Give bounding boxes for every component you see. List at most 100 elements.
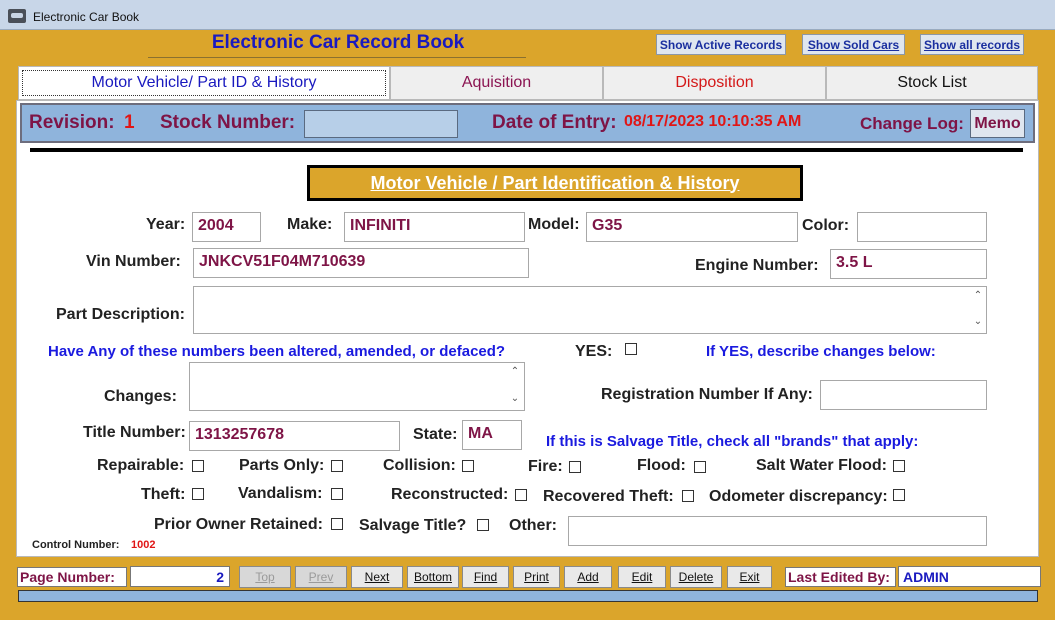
memo-button[interactable]: Memo <box>970 109 1025 138</box>
scroll-up-icon[interactable]: ⌃ <box>508 366 522 377</box>
car-app-icon <box>8 9 26 23</box>
flood-label: Flood: <box>637 457 686 474</box>
part-description-textarea[interactable] <box>193 286 987 334</box>
vandalism-label: Vandalism: <box>238 485 323 502</box>
revision-value: 1 <box>124 112 135 133</box>
collision-checkbox[interactable] <box>462 460 474 472</box>
prev-button[interactable]: Prev <box>295 566 347 588</box>
app-title: Electronic Car Record Book <box>211 32 465 53</box>
color-label: Color: <box>802 217 850 234</box>
collision-label: Collision: <box>383 457 456 474</box>
exit-button[interactable]: Exit <box>727 566 772 588</box>
changes-scrollbar[interactable]: ⌃ ⌄ <box>508 364 522 409</box>
model-field[interactable]: G35 <box>586 212 798 242</box>
salvage-brands-text: If this is Salvage Title, check all "bra… <box>546 433 919 450</box>
changes-textarea[interactable] <box>189 362 525 411</box>
recovered-theft-label: Recovered Theft: <box>543 488 674 505</box>
engine-number-label: Engine Number: <box>695 257 819 274</box>
other-label: Other: <box>509 517 557 534</box>
vin-field[interactable]: JNKCV51F04M710639 <box>193 248 529 278</box>
changes-label: Changes: <box>104 388 177 405</box>
prior-owner-label: Prior Owner Retained: <box>154 516 323 533</box>
scroll-down-icon[interactable]: ⌄ <box>508 393 522 404</box>
fire-checkbox[interactable] <box>569 461 581 473</box>
date-of-entry-label: Date of Entry: <box>492 112 617 133</box>
engine-number-field[interactable]: 3.5 L <box>830 249 987 279</box>
divider <box>30 148 1023 152</box>
theft-checkbox[interactable] <box>192 488 204 500</box>
find-button[interactable]: Find <box>462 566 509 588</box>
registration-label: Registration Number If Any: <box>601 386 813 403</box>
page-number-label: Page Number: <box>17 567 127 587</box>
edit-button[interactable]: Edit <box>618 566 666 588</box>
make-field[interactable]: INFINITI <box>344 212 525 242</box>
bottom-button[interactable]: Bottom <box>407 566 459 588</box>
title-number-field[interactable]: 1313257678 <box>189 421 400 451</box>
tab-focus-outline <box>22 70 386 96</box>
scroll-down-icon[interactable]: ⌄ <box>971 316 985 327</box>
tab-label: Aquisition <box>461 74 532 91</box>
add-button[interactable]: Add <box>564 566 612 588</box>
window-title-bar: Electronic Car Book <box>0 0 1055 30</box>
yes-label: YES: <box>575 343 613 360</box>
parts-only-label: Parts Only: <box>239 457 325 474</box>
odometer-checkbox[interactable] <box>893 489 905 501</box>
control-number-label: Control Number: <box>32 539 120 551</box>
stock-number-label: Stock Number: <box>160 112 296 133</box>
part-description-label: Part Description: <box>56 306 185 323</box>
tab-motor-vehicle-id[interactable]: Motor Vehicle/ Part ID & History <box>18 66 390 100</box>
tab-label: Disposition <box>675 74 754 91</box>
last-edited-by-label: Last Edited By: <box>785 567 896 587</box>
next-button[interactable]: Next <box>351 566 403 588</box>
theft-label: Theft: <box>141 486 186 503</box>
tab-disposition[interactable]: Disposition <box>603 66 826 100</box>
tab-stock-list[interactable]: Stock List <box>826 66 1038 100</box>
registration-field[interactable] <box>820 380 987 410</box>
page-number-field[interactable]: 2 <box>130 566 230 587</box>
reconstructed-checkbox[interactable] <box>515 489 527 501</box>
recovered-theft-checkbox[interactable] <box>682 490 694 502</box>
other-field[interactable] <box>568 516 987 546</box>
repairable-label: Repairable: <box>97 457 185 474</box>
fire-label: Fire: <box>528 458 563 475</box>
title-underline <box>148 57 526 58</box>
section-title: Motor Vehicle / Part Identification & Hi… <box>307 165 803 201</box>
make-label: Make: <box>287 216 333 233</box>
part-description-scrollbar[interactable]: ⌃ ⌄ <box>971 288 985 332</box>
salvage-title-label: Salvage Title? <box>359 517 467 534</box>
repairable-checkbox[interactable] <box>192 460 204 472</box>
print-button[interactable]: Print <box>513 566 560 588</box>
parts-only-checkbox[interactable] <box>331 460 343 472</box>
scroll-up-icon[interactable]: ⌃ <box>971 290 985 301</box>
revision-label: Revision: <box>29 112 115 133</box>
vandalism-checkbox[interactable] <box>331 488 343 500</box>
window-title: Electronic Car Book <box>33 10 140 24</box>
salt-water-flood-checkbox[interactable] <box>893 460 905 472</box>
salt-water-flood-label: Salt Water Flood: <box>756 457 887 474</box>
altered-yes-checkbox[interactable] <box>625 343 637 355</box>
salvage-title-checkbox[interactable] <box>477 519 489 531</box>
color-field[interactable] <box>857 212 987 242</box>
tab-label: Stock List <box>897 74 967 91</box>
state-field[interactable]: MA <box>462 420 522 450</box>
year-label: Year: <box>146 216 186 233</box>
show-all-records-button[interactable]: Show all records <box>920 34 1024 55</box>
change-log-label: Change Log: <box>860 114 964 133</box>
show-sold-cars-button[interactable]: Show Sold Cars <box>802 34 905 55</box>
odometer-label: Odometer discrepancy: <box>709 488 888 505</box>
title-number-label: Title Number: <box>83 424 186 441</box>
if-yes-text: If YES, describe changes below: <box>706 343 936 360</box>
last-edited-by-value: ADMIN <box>898 566 1041 587</box>
show-active-records-button[interactable]: Show Active Records <box>656 34 786 55</box>
prior-owner-checkbox[interactable] <box>331 518 343 530</box>
stock-number-input[interactable] <box>304 110 458 138</box>
delete-button[interactable]: Delete <box>670 566 722 588</box>
altered-question: Have Any of these numbers been altered, … <box>48 343 506 360</box>
tab-acquisition[interactable]: Aquisition <box>390 66 603 100</box>
state-label: State: <box>413 426 458 443</box>
flood-checkbox[interactable] <box>694 461 706 473</box>
control-number-value: 1002 <box>131 539 156 551</box>
top-button[interactable]: Top <box>239 566 291 588</box>
year-field[interactable]: 2004 <box>192 212 261 242</box>
reconstructed-label: Reconstructed: <box>391 486 509 503</box>
